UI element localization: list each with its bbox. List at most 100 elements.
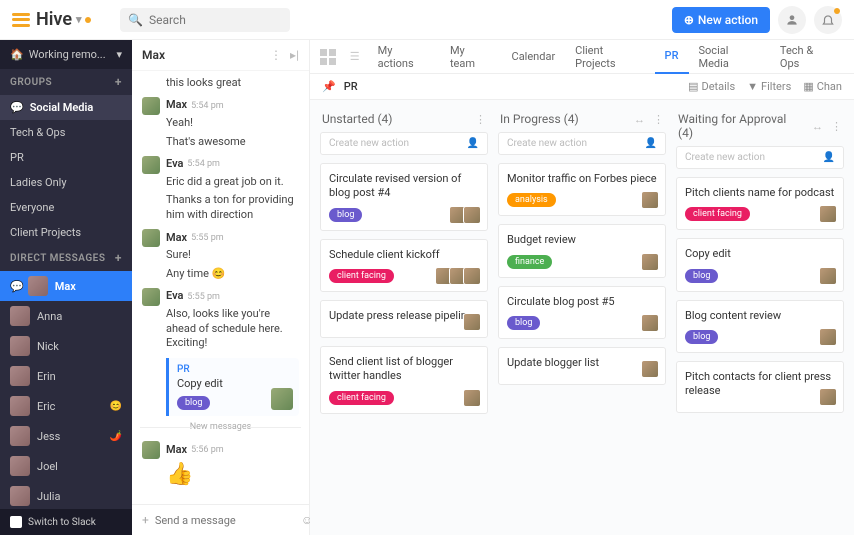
sidebar-group[interactable]: 💬Social Media: [0, 95, 132, 120]
sidebar-group[interactable]: Tech & Ops: [0, 120, 132, 145]
sidebar-dm[interactable]: Nick: [0, 331, 132, 361]
action-card[interactable]: Copy editblog: [676, 238, 844, 291]
list-view-icon[interactable]: ☰: [350, 50, 360, 63]
chat-message: Max5:56 pm👍: [132, 438, 309, 493]
action-card[interactable]: Pitch clients name for podcastclient fac…: [676, 177, 844, 230]
dm-header: DIRECT MESSAGES +: [0, 245, 132, 271]
message-input[interactable]: [155, 514, 295, 527]
sidebar: 🏠 Working remo... ▾ GROUPS + 💬Social Med…: [0, 40, 132, 535]
plus-icon: ⊕: [684, 13, 694, 27]
sidebar-group[interactable]: Everyone: [0, 195, 132, 220]
new-messages-divider: New messages: [132, 422, 309, 432]
board-column: Unstarted (4)⋮Create new action👤Circulat…: [320, 110, 488, 525]
collapse-icon[interactable]: ▸|: [290, 48, 299, 62]
assignee-icon[interactable]: 👤: [645, 138, 657, 149]
groups-header: GROUPS +: [0, 69, 132, 95]
chat-message: Eva5:55 pmAlso, looks like you're ahead …: [132, 285, 309, 355]
board-column: Waiting for Approval (4)↔⋮Create new act…: [676, 110, 844, 525]
avatar: [10, 396, 30, 416]
column-action-icon[interactable]: ↔: [634, 113, 645, 126]
sidebar-dm[interactable]: Jess🌶️: [0, 421, 132, 451]
chevron-down-icon[interactable]: ▾: [76, 13, 82, 26]
sidebar-dm[interactable]: Julia: [0, 481, 132, 509]
avatar: [819, 328, 837, 346]
assignee-icon[interactable]: 👤: [823, 152, 835, 163]
avatar: [819, 267, 837, 285]
tab-bar: ☰ My actionsMy teamCalendarClient Projec…: [310, 40, 854, 74]
tab[interactable]: My actions: [368, 40, 440, 74]
avatar: [271, 388, 293, 410]
avatar: [142, 441, 160, 459]
notification-dot: [85, 17, 91, 23]
add-dm-icon[interactable]: +: [115, 251, 122, 265]
project-subbar: 📌 PR ▤Details ▼Filters ▦Chan: [310, 74, 854, 100]
create-action-input[interactable]: Create new action👤: [498, 132, 666, 155]
column-action-icon[interactable]: ⋮: [653, 113, 664, 126]
more-icon[interactable]: ⋮: [270, 48, 282, 62]
action-card[interactable]: Circulate revised version of blog post #…: [320, 163, 488, 231]
sidebar-group[interactable]: PR: [0, 145, 132, 170]
action-card[interactable]: Budget reviewfinance: [498, 224, 666, 277]
avatar: [641, 253, 659, 271]
action-card[interactable]: Monitor traffic on Forbes pieceanalysis: [498, 163, 666, 216]
details-button[interactable]: ▤Details: [688, 80, 735, 93]
grid-view-icon[interactable]: [320, 49, 336, 65]
create-action-input[interactable]: Create new action👤: [676, 146, 844, 169]
chat-message: Eva5:54 pmEric did a great job on it.: [132, 153, 309, 193]
tab[interactable]: Client Projects: [565, 40, 654, 74]
action-card-message[interactable]: PRCopy editblog: [166, 358, 299, 416]
hive-logo-icon: [12, 13, 30, 27]
new-action-button[interactable]: ⊕ New action: [672, 7, 770, 33]
sidebar-dm[interactable]: 💬Max: [0, 271, 132, 301]
tab[interactable]: Calendar: [502, 40, 566, 74]
status-selector[interactable]: 🏠 Working remo... ▾: [0, 40, 132, 69]
action-card[interactable]: Update blogger list: [498, 347, 666, 385]
user-icon[interactable]: [778, 6, 806, 34]
switch-to-slack[interactable]: Switch to Slack: [0, 509, 132, 535]
change-button[interactable]: ▦Chan: [803, 80, 842, 93]
action-card[interactable]: Blog content reviewblog: [676, 300, 844, 353]
bell-icon[interactable]: [814, 6, 842, 34]
chat-message: Max5:55 pmSure!: [132, 226, 309, 266]
search-input[interactable]: [149, 13, 282, 27]
chevron-down-icon: ▾: [116, 48, 122, 61]
sidebar-group[interactable]: Client Projects: [0, 220, 132, 245]
tab[interactable]: Social Media: [689, 40, 770, 74]
add-group-icon[interactable]: +: [115, 75, 122, 89]
search-bar[interactable]: 🔍: [120, 8, 290, 32]
new-action-label: New action: [698, 13, 758, 27]
sidebar-dm[interactable]: Erin: [0, 361, 132, 391]
column-action-icon[interactable]: ↔: [812, 120, 823, 133]
column-action-icon[interactable]: ⋮: [831, 120, 842, 133]
filters-button[interactable]: ▼Filters: [747, 80, 791, 93]
search-icon: 🔍: [128, 13, 143, 27]
slack-label: Switch to Slack: [28, 517, 96, 528]
column-action-icon[interactable]: ⋮: [475, 113, 486, 126]
pin-icon[interactable]: 📌: [322, 80, 336, 93]
message-input-bar[interactable]: + ☺: [132, 504, 309, 535]
action-card[interactable]: Send client list of blogger twitter hand…: [320, 346, 488, 414]
create-action-input[interactable]: Create new action👤: [320, 132, 488, 155]
sidebar-group[interactable]: Ladies Only: [0, 170, 132, 195]
assignee-icon[interactable]: 👤: [467, 138, 479, 149]
sidebar-dm[interactable]: Joel: [0, 451, 132, 481]
logo[interactable]: Hive ▾: [12, 9, 120, 30]
action-card[interactable]: Pitch contacts for client press release: [676, 361, 844, 414]
action-card[interactable]: Circulate blog post #5blog: [498, 286, 666, 339]
avatar: [142, 229, 160, 247]
chat-message: That's awesome: [132, 134, 309, 153]
status-text: Working remo...: [29, 48, 106, 61]
action-card[interactable]: Update press release pipeline: [320, 300, 488, 338]
tab[interactable]: Tech & Ops: [770, 40, 844, 74]
tab[interactable]: My team: [440, 40, 502, 74]
attach-icon[interactable]: +: [142, 513, 149, 527]
avatar: [10, 456, 30, 476]
tab[interactable]: PR: [655, 40, 689, 74]
action-card[interactable]: Schedule client kickoffclient facing: [320, 239, 488, 292]
sidebar-dm[interactable]: Eric😊: [0, 391, 132, 421]
column-header: In Progress (4)↔⋮: [498, 110, 666, 132]
sidebar-dm[interactable]: Anna: [0, 301, 132, 331]
chat-message: Any time 😊: [132, 266, 309, 285]
avatar: [641, 360, 659, 378]
avatar: [819, 205, 837, 223]
